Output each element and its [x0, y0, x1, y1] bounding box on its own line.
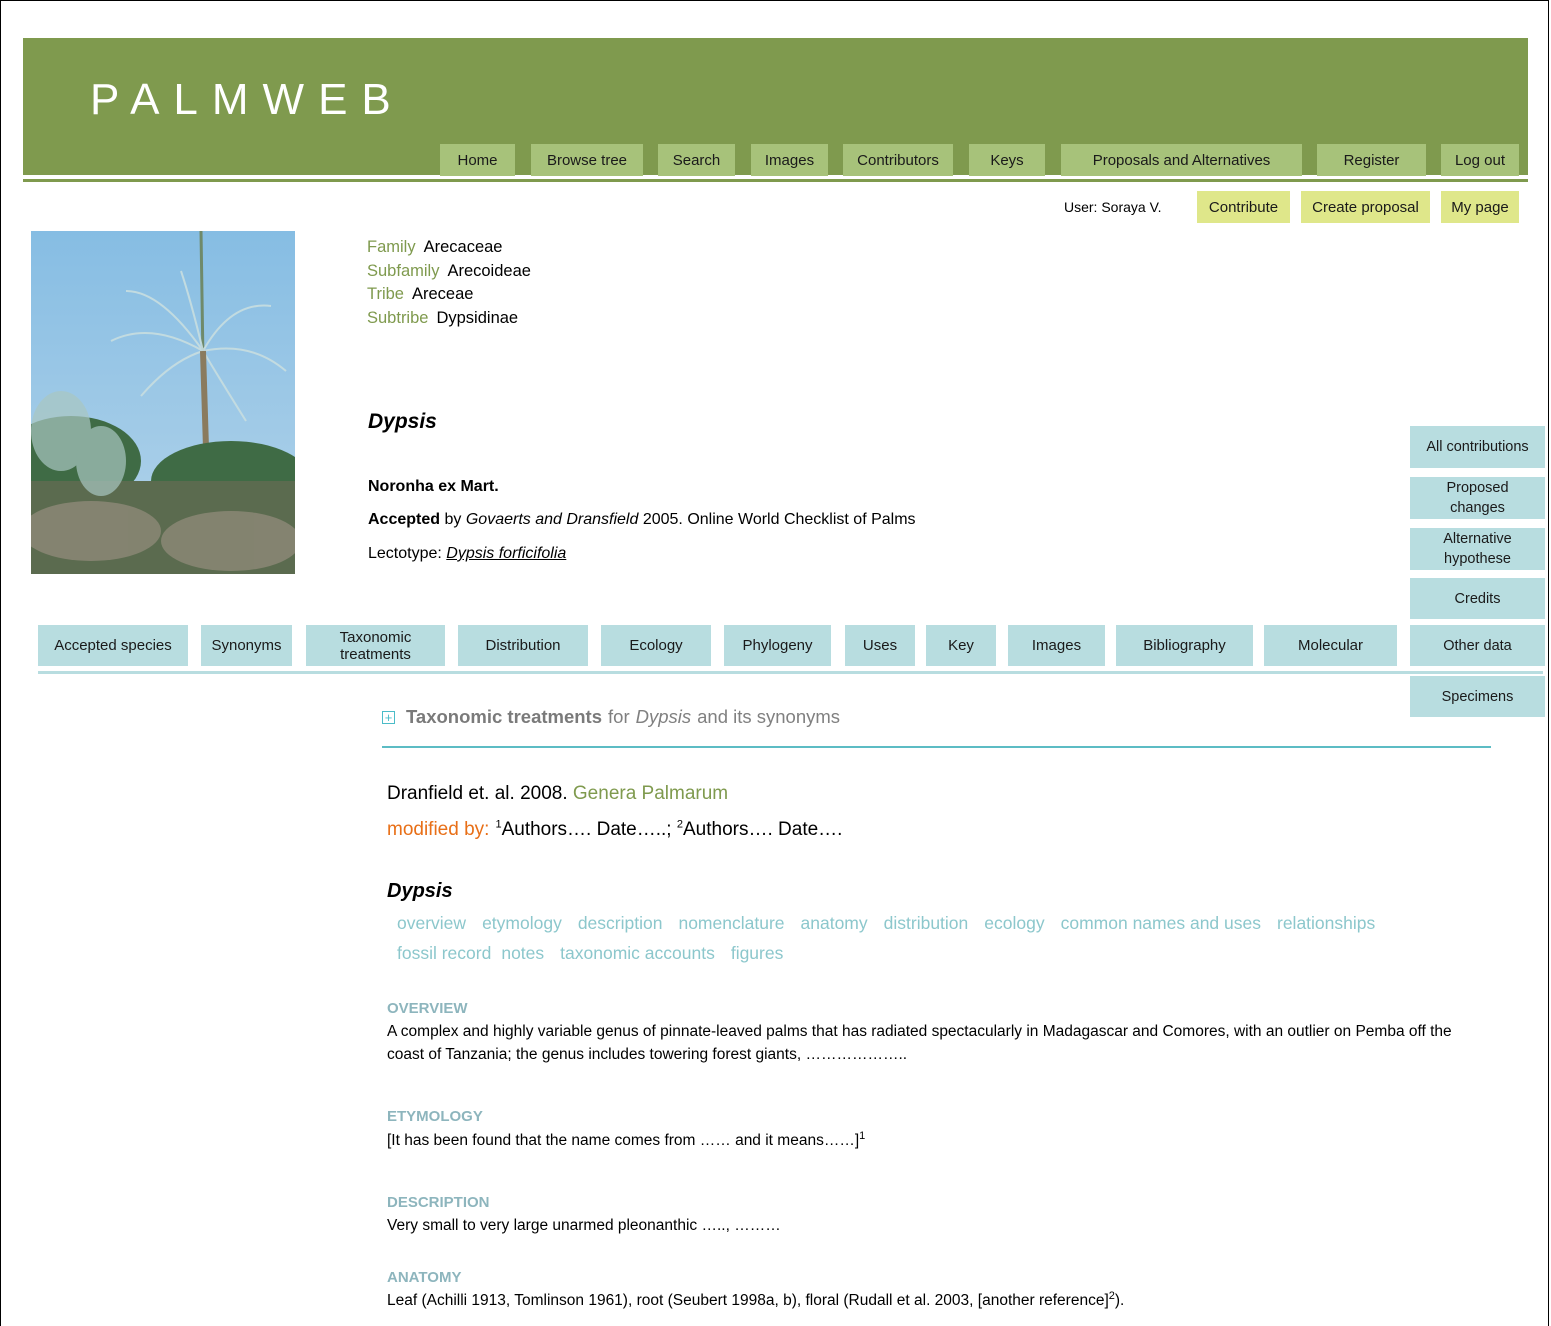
reference-line: Dranfield et. al. 2008. Genera Palmarum: [387, 783, 728, 805]
lectotype-label: Lectotype:: [368, 545, 442, 562]
tabs-divider: [38, 671, 1543, 674]
nav-register[interactable]: Register: [1317, 144, 1426, 176]
taxonomy-key: Family: [367, 238, 416, 256]
tab-uses[interactable]: Uses: [845, 625, 915, 666]
side-credits[interactable]: Credits: [1410, 578, 1545, 619]
toc-link-distribution[interactable]: distribution: [884, 913, 969, 933]
etymology-paragraph: [It has been found that the name comes f…: [387, 1129, 1487, 1152]
description-heading: DESCRIPTION: [387, 1194, 490, 1211]
nav-divider: [23, 179, 1528, 182]
taxonomy-value[interactable]: Areceae: [412, 285, 473, 303]
accepted-source-authors: Govaerts and Dransfield: [465, 511, 639, 528]
anatomy-paragraph: Leaf (Achilli 1913, Tomlinson 1961), roo…: [387, 1289, 1487, 1312]
lectotype-link[interactable]: Dypsis forficifolia: [446, 545, 566, 562]
nav-browse-tree[interactable]: Browse tree: [531, 144, 643, 176]
nav-home[interactable]: Home: [440, 144, 515, 176]
taxonomy-family: Family Arecaceae: [367, 238, 502, 257]
toc-link-common-names-and-uses[interactable]: common names and uses: [1061, 913, 1261, 933]
section-genus: Dypsis: [635, 706, 692, 727]
accepted-status: Accepted by Govaerts and Dransfield 2005…: [368, 511, 916, 529]
modified-by-label: modified by:: [387, 819, 490, 840]
taxonomy-key: Tribe: [367, 285, 404, 303]
toc-link-notes[interactable]: notes: [501, 943, 544, 963]
my-page-button[interactable]: My page: [1441, 191, 1519, 223]
modifier-2[interactable]: Authors…. Date….: [683, 819, 842, 840]
tab-key[interactable]: Key: [926, 625, 996, 666]
taxonomy-subtribe: Subtribe Dypsidinae: [367, 309, 518, 328]
expand-plus-icon[interactable]: +: [382, 710, 395, 724]
nav-keys[interactable]: Keys: [969, 144, 1045, 176]
lectotype: Lectotype: Dypsis forficifolia: [368, 545, 566, 563]
site-title[interactable]: PALMWEB: [90, 75, 405, 125]
section-rest: and its synonyms: [697, 706, 841, 727]
taxonomy-key: Subfamily: [367, 262, 440, 280]
accepted-source: 2005. Online World Checklist of Palms: [642, 511, 916, 528]
side-specimens[interactable]: Specimens: [1410, 676, 1545, 717]
modifier-1[interactable]: Authors…. Date…..;: [502, 819, 672, 840]
nav-contributors[interactable]: Contributors: [843, 144, 953, 176]
toc-row-1: overview etymology description nomenclature…: [397, 913, 1391, 934]
tab-taxonomic-treatments[interactable]: Taxonomic treatments: [306, 625, 445, 666]
toc-link-anatomy[interactable]: anatomy: [801, 913, 868, 933]
tab-accepted-species[interactable]: Accepted species: [38, 625, 188, 666]
toc-link-overview[interactable]: overview: [397, 913, 466, 933]
toc-link-figures[interactable]: figures: [731, 943, 784, 963]
etymology-heading: ETYMOLOGY: [387, 1108, 483, 1125]
anatomy-tail: ).: [1114, 1292, 1125, 1309]
side-alternative-hypothese[interactable]: Alternative hypothese: [1410, 528, 1545, 570]
side-proposed-changes[interactable]: Proposed changes: [1410, 477, 1545, 519]
section-divider: [382, 746, 1491, 748]
accepted-by: by: [444, 511, 462, 528]
section-for: for: [608, 706, 630, 727]
contribute-button[interactable]: Contribute: [1197, 191, 1290, 223]
create-proposal-button[interactable]: Create proposal: [1301, 191, 1430, 223]
reference-work-link[interactable]: Genera Palmarum: [573, 783, 728, 804]
palm-photo-illustration: [31, 231, 295, 574]
taxonomy-value[interactable]: Arecaceae: [424, 238, 503, 256]
overview-text: A complex and highly variable genus of p…: [387, 1023, 1452, 1063]
tab-images[interactable]: Images: [1008, 625, 1105, 666]
toc-link-etymology[interactable]: etymology: [482, 913, 562, 933]
etymology-text: [It has been found that the name comes f…: [387, 1132, 860, 1149]
genus-title: Dypsis: [368, 410, 437, 433]
tab-bibliography[interactable]: Bibliography: [1116, 625, 1253, 666]
toc-link-ecology[interactable]: ecology: [984, 913, 1044, 933]
toc-link-nomenclature[interactable]: nomenclature: [678, 913, 784, 933]
genus-author: Noronha ex Mart.: [368, 478, 499, 495]
taxonomy-value[interactable]: Arecoideae: [447, 262, 530, 280]
side-all-contributions[interactable]: All contributions: [1410, 426, 1545, 468]
taxonomy-key: Subtribe: [367, 309, 429, 327]
anatomy-text: Leaf (Achilli 1913, Tomlinson 1961), roo…: [387, 1292, 1109, 1309]
genus-photo: [31, 231, 295, 574]
toc-link-fossil-record[interactable]: fossil record: [397, 943, 491, 963]
nav-log-out[interactable]: Log out: [1441, 144, 1519, 176]
description-text: Very small to very large unarmed pleonan…: [387, 1217, 781, 1234]
treatment-genus-title: Dypsis: [387, 880, 453, 902]
footnote-marker: 1: [859, 1129, 866, 1142]
user-label: User: Soraya V.: [1064, 199, 1162, 215]
section-header: + Taxonomic treatments for Dypsis and it…: [382, 706, 840, 728]
reference-authors: Dranfield et. al. 2008.: [387, 783, 568, 804]
nav-proposals-and-alternatives[interactable]: Proposals and Alternatives: [1061, 144, 1302, 176]
anatomy-heading: ANATOMY: [387, 1269, 462, 1286]
nav-images[interactable]: Images: [751, 144, 828, 176]
toc-link-taxonomic-accounts[interactable]: taxonomic accounts: [560, 943, 715, 963]
tab-distribution[interactable]: Distribution: [458, 625, 588, 666]
nav-search[interactable]: Search: [658, 144, 735, 176]
taxonomy-tribe: Tribe Areceae: [367, 285, 473, 304]
side-other-data[interactable]: Other data: [1410, 625, 1545, 666]
tab-phylogeny[interactable]: Phylogeny: [724, 625, 831, 666]
modified-by-line: modified by: 1Authors…. Date…..; 2Authors…: [387, 819, 842, 841]
tab-synonyms[interactable]: Synonyms: [201, 625, 292, 666]
tab-molecular[interactable]: Molecular: [1264, 625, 1397, 666]
toc-link-relationships[interactable]: relationships: [1277, 913, 1375, 933]
toc-row-2: fossil record notes taxonomic accounts figu…: [397, 943, 799, 964]
tab-ecology[interactable]: Ecology: [601, 625, 711, 666]
overview-heading: OVERVIEW: [387, 1000, 468, 1017]
accepted-label: Accepted: [368, 511, 441, 528]
taxonomy-value[interactable]: Dypsidinae: [436, 309, 518, 327]
section-title: Taxonomic treatments: [406, 706, 603, 727]
toc-link-description[interactable]: description: [578, 913, 663, 933]
taxonomy-subfamily: Subfamily Arecoideae: [367, 262, 531, 281]
